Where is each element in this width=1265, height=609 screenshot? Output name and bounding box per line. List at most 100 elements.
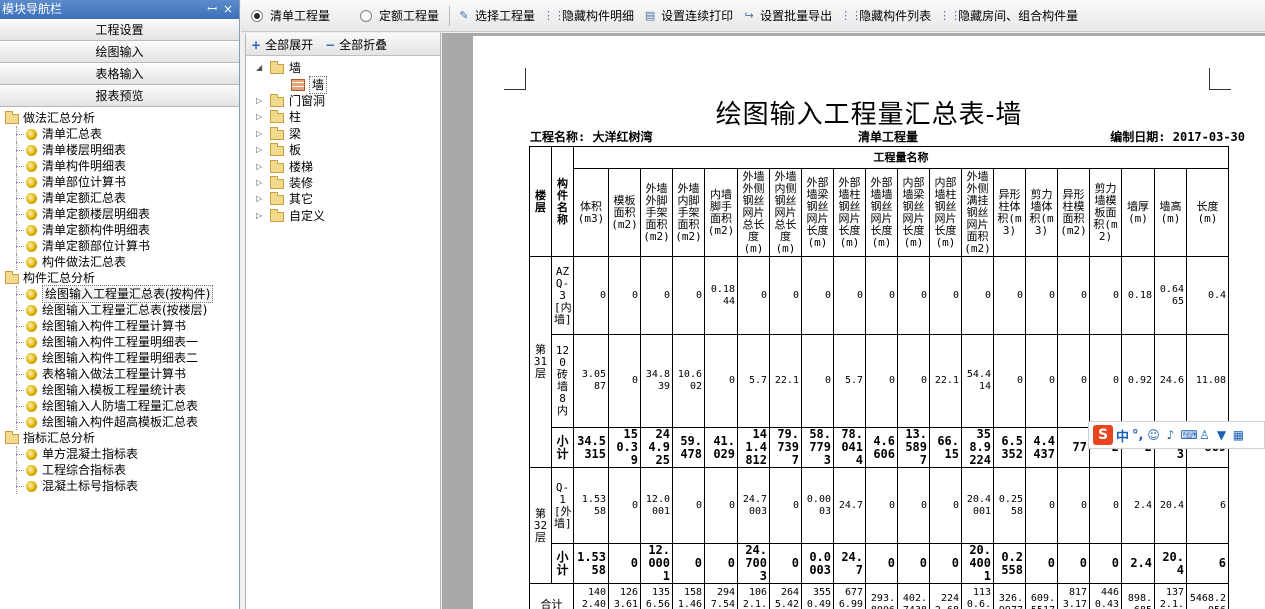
tree-item[interactable]: 表格输入做法工程量计算书 [4, 366, 239, 382]
emoji-icon[interactable]: ☺ [1146, 428, 1160, 442]
collapsed-icon[interactable]: ▷ [256, 175, 266, 191]
value-cell: 0 [608, 467, 641, 544]
mic-icon[interactable]: ♪ [1163, 428, 1177, 442]
tree-item-label: 清单楼层明细表 [42, 143, 127, 157]
tree-item[interactable]: 绘图输入人防墙工程量汇总表 [4, 398, 239, 414]
radio-dinge-label: 定额工程量 [379, 9, 440, 23]
tree-item-label: 清单构件明细表 [42, 159, 127, 173]
subtotal-cell: 13.5897 [897, 427, 930, 468]
column-header: 模板面积(m2) [608, 168, 641, 257]
component-child-node[interactable]: 墙 [256, 75, 440, 94]
component-node[interactable]: ▷ 自定义 [256, 208, 440, 224]
component-node[interactable]: ▷ 楼梯 [256, 158, 440, 174]
radio-qingdan[interactable]: 清单工程量 [251, 7, 330, 24]
plus-icon: + [251, 37, 262, 52]
component-node[interactable]: ▷ 装修 [256, 175, 440, 191]
tree-item[interactable]: 清单部位计算书 [4, 174, 239, 190]
tree-item[interactable]: 清单定额汇总表 [4, 190, 239, 206]
tree-item[interactable]: 清单定额构件明细表 [4, 222, 239, 238]
total-cell: 609.5517 [1025, 583, 1058, 609]
tree-item[interactable]: 清单楼层明细表 [4, 142, 239, 158]
expand-all-button[interactable]: + 全部展开 [251, 36, 313, 53]
nav-button-drawing-input[interactable]: 绘图输入 [0, 41, 239, 63]
tree-item[interactable]: 绘图输入构件工程量计算书 [4, 318, 239, 334]
tree-item[interactable]: 单方混凝土指标表 [4, 446, 239, 462]
collapsed-icon[interactable]: ▷ [256, 109, 266, 125]
collapsed-icon[interactable]: ▷ [256, 159, 266, 175]
skin-icon[interactable]: ▼ [1214, 428, 1228, 442]
tree-item[interactable]: 清单定额部位计算书 [4, 238, 239, 254]
tree-group-label: 指标汇总分析 [23, 431, 96, 445]
collapsed-icon[interactable]: ▷ [256, 142, 266, 158]
continuous-print-button[interactable]: ▤ 设置连续打印 [642, 7, 733, 24]
value-cell: 54.414 [961, 334, 994, 428]
grid-icon[interactable]: ▦ [1231, 428, 1245, 442]
nav-button-project-settings[interactable]: 工程设置 [0, 19, 239, 41]
component-node[interactable]: ▷ 板 [256, 142, 440, 158]
collapsed-icon[interactable]: ▷ [256, 126, 266, 142]
report-icon [26, 416, 37, 428]
value-cell: 0 [801, 334, 834, 428]
batch-export-button[interactable]: ↪ 设置批量导出 [741, 7, 832, 24]
tree-item[interactable]: 绘图输入构件工程量明细表一 [4, 334, 239, 350]
export-icon: ↪ [744, 8, 754, 22]
sogou-logo-icon[interactable]: S [1093, 425, 1113, 445]
tree-item[interactable]: 绘图输入构件超高模板汇总表 [4, 414, 239, 430]
ime-punct[interactable]: °, [1132, 428, 1143, 443]
tree-item[interactable]: 绘图输入工程量汇总表(按构件) [4, 285, 239, 303]
tree-group[interactable]: 构件汇总分析 [4, 270, 239, 286]
value-cell: 20.4001 [961, 467, 994, 544]
report-icon [26, 256, 37, 268]
tree-item[interactable]: 绘图输入模板工程量统计表 [4, 382, 239, 398]
collapsed-icon[interactable]: ▷ [256, 208, 266, 224]
tree-item[interactable]: 工程综合指标表 [4, 462, 239, 478]
header-component: 构件名称 [551, 146, 574, 257]
report-icon [26, 480, 37, 492]
nav-button-table-input[interactable]: 表格输入 [0, 63, 239, 85]
radio-selected-icon [251, 9, 263, 22]
project-name: 工程名称: 大洋红树湾 [530, 130, 653, 144]
tree-item[interactable]: 清单定额楼层明细表 [4, 206, 239, 222]
folder-icon [269, 61, 285, 75]
tree-group[interactable]: 指标汇总分析 [4, 430, 239, 446]
collapse-all-button[interactable]: − 全部折叠 [325, 36, 387, 53]
column-header: 体积(m3) [573, 168, 609, 257]
tree-group-label: 做法汇总分析 [23, 111, 96, 125]
column-header: 长度(m) [1186, 168, 1229, 257]
component-node[interactable]: ▷ 其它 [256, 191, 440, 207]
component-name-cell: 120砖墙8 内 [551, 334, 574, 428]
select-project-button[interactable]: ✎ 选择工程量 [456, 7, 535, 24]
tree-item[interactable]: 混凝土标号指标表 [4, 478, 239, 494]
tree-item[interactable]: 绘图输入工程量汇总表(按楼层) [4, 302, 239, 318]
tree-group[interactable]: 做法汇总分析 [4, 110, 239, 126]
component-node[interactable]: ◢ 墙 [256, 60, 440, 76]
tree-item[interactable]: 清单汇总表 [4, 126, 239, 142]
value-cell: 1.5358 [573, 467, 609, 544]
tree-item[interactable]: 绘图输入构件工程量明细表二 [4, 350, 239, 366]
component-node[interactable]: ▷ 门窗洞 [256, 93, 440, 109]
report-icon [26, 160, 37, 172]
tree-item[interactable]: 构件做法汇总表 [4, 254, 239, 270]
component-node[interactable]: ▷ 柱 [256, 109, 440, 125]
hide-detail-button[interactable]: ⋮⋮ 隐藏构件明细 [543, 7, 634, 24]
close-icon[interactable]: × [223, 0, 233, 19]
ime-mode[interactable]: 中 [1116, 426, 1129, 445]
value-cell: 0 [929, 256, 962, 335]
hide-list-button[interactable]: ⋮⋮ 隐藏构件列表 [840, 7, 931, 24]
tree-item[interactable]: 清单构件明细表 [4, 158, 239, 174]
folder-shape [270, 143, 284, 157]
radio-dinge[interactable]: 定额工程量 [360, 7, 439, 24]
pin-icon[interactable]: ꟷ [207, 0, 217, 19]
folder-shape [270, 110, 284, 124]
tree-item-label: 清单部位计算书 [42, 175, 127, 189]
expanded-icon[interactable]: ◢ [256, 60, 266, 76]
keyboard-icon[interactable]: ⌨ [1180, 428, 1197, 442]
hide-room-button[interactable]: ⋮⋮ 隐藏房间、组合构件量 [939, 7, 1078, 24]
component-node[interactable]: ▷ 梁 [256, 126, 440, 142]
total-cell: 293.8006 [865, 583, 898, 609]
collapsed-icon[interactable]: ▷ [256, 191, 266, 207]
user-icon[interactable]: ♙ [1197, 428, 1211, 442]
collapsed-icon[interactable]: ▷ [256, 93, 266, 109]
nav-button-report-preview[interactable]: 报表预览 [0, 85, 239, 107]
tree-item-label: 绘图输入人防墙工程量汇总表 [42, 399, 199, 413]
